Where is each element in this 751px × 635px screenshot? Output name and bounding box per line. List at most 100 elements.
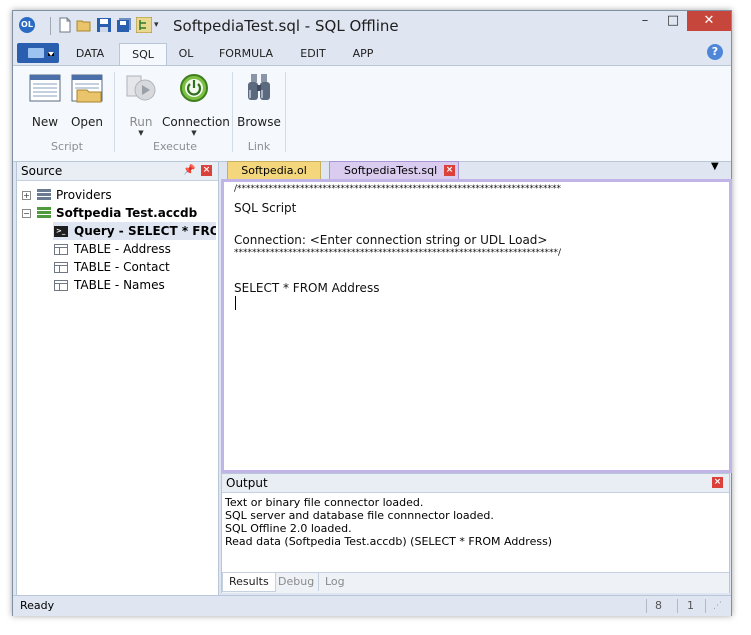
status-separator [646,599,647,613]
tree-item-table[interactable]: TABLE - Address [53,240,216,258]
editor-line: Connection: <Enter connection string or … [234,233,548,247]
dropdown-icon[interactable]: ▾ [154,17,170,33]
status-text: Ready [20,599,55,612]
text-cursor [235,296,236,310]
browse-button[interactable]: Browse [237,72,281,129]
tab-debug[interactable]: Debug [278,573,314,591]
status-separator [677,599,678,613]
group-separator [232,72,233,152]
table-icon [54,244,68,255]
tab-list-dropdown-icon[interactable]: ▼ [711,161,719,172]
open-document-icon [71,74,103,103]
save-icon[interactable] [96,17,112,33]
open-label: Open [70,115,104,129]
new-label: New [31,115,59,129]
tab-edit[interactable]: EDIT [291,43,335,65]
group-separator [114,72,115,152]
open-button[interactable]: Open [67,72,107,129]
tab-app[interactable]: APP [341,43,385,65]
binoculars-icon [248,74,270,100]
power-connection-icon [180,74,208,102]
file-menu-button[interactable] [17,43,59,63]
tree-item-table[interactable]: TABLE - Contact [53,258,216,276]
browse-label: Browse [237,115,281,129]
quick-access-separator [50,17,51,35]
chevron-down-icon: ▼ [191,129,197,137]
folder-icon [28,48,44,58]
output-log: Text or binary file connector loaded. SQ… [225,496,552,548]
maximize-button[interactable]: □ [659,11,687,31]
run-button[interactable]: Run ▼ [121,72,161,137]
tab-formula[interactable]: FORMULA [211,43,281,65]
query-icon: >_ [54,226,68,237]
tree-label: Query - SELECT * FROM A [74,224,216,238]
connection-button[interactable]: Connection ▼ [162,72,230,137]
sql-editor[interactable]: /***************************************… [221,179,732,473]
editor-line: /***************************************… [234,184,562,194]
output-line: Read data (Softpedia Test.accdb) (SELECT… [225,535,553,548]
tab-data[interactable]: DATA [65,43,115,65]
status-line-number: 8 [655,599,662,612]
editor-line: SELECT * FROM Address [234,281,380,295]
source-panel: Source 📌 × + Providers − Softpedia Test.… [16,161,219,600]
tree-label: TABLE - Names [74,278,165,292]
group-label-script: Script [51,140,83,153]
tree-label: Providers [56,188,112,202]
group-separator [285,72,286,152]
tab-label: SoftpediaTest.sql [344,164,438,177]
output-panel-title: Output [226,476,268,490]
output-line: Text or binary file connector loaded. [225,496,424,509]
tree-node-database[interactable]: − Softpedia Test.accdb [17,204,216,222]
tab-sql[interactable]: SQL [119,43,167,66]
editor-line: ****************************************… [234,248,562,258]
output-panel: Output × Text or binary file connector l… [221,473,730,593]
expand-icon[interactable]: + [22,191,31,200]
output-line: SQL server and database file connnector … [225,509,494,522]
tab-softpedia-ol[interactable]: Softpedia.ol [227,161,321,180]
group-label-execute: Execute [153,140,197,153]
output-line: SQL Offline 2.0 loaded. [225,522,352,535]
collapse-icon[interactable]: − [22,209,31,218]
resize-grip-icon[interactable]: ⋰ [713,596,722,616]
window-title: Softpedia​Test.sql - SQL Offline [173,17,399,35]
group-label-link: Link [247,140,271,153]
tree-item-query[interactable]: >_ Query - SELECT * FROM A [53,222,216,240]
run-icon [126,75,156,101]
output-panel-header: Output × [222,474,729,493]
title-bar: OL ▾ Softpedia​Test.sql - SQL Offline – … [13,11,731,41]
table-icon [54,262,68,273]
status-column-number: 1 [687,599,694,612]
minimize-button[interactable]: – [631,11,659,31]
tree-label: TABLE - Address [74,242,171,256]
tree-label: Softpedia Test.accdb [56,206,198,220]
chevron-down-icon [48,52,54,56]
open-folder-icon[interactable] [76,17,92,33]
tree-node-providers[interactable]: + Providers [17,186,216,204]
app-logo-icon[interactable]: OL [19,17,35,33]
tab-softpediatest-sql[interactable]: SoftpediaTest.sql × [329,161,459,180]
tab-ol[interactable]: OL [169,43,203,65]
save-all-icon[interactable] [116,17,132,33]
source-panel-header: Source 📌 × [17,162,218,181]
document-tabs: Softpedia.ol SoftpediaTest.sql × ▼ [221,161,729,180]
close-button[interactable]: ✕ [687,11,731,31]
close-tab-button[interactable]: × [444,165,455,176]
table-icon [54,280,68,291]
tree-item-table[interactable]: TABLE - Names [53,276,216,294]
database-icon [37,207,51,218]
connection-label: Connection [162,115,230,129]
close-panel-button[interactable]: × [712,477,723,488]
tree-label: TABLE - Contact [74,260,170,274]
tree-icon[interactable] [136,17,152,33]
chevron-down-icon: ▼ [138,129,144,137]
help-icon[interactable]: ? [707,44,723,60]
ribbon-tabs: DATA SQL OL FORMULA EDIT APP ? [13,41,731,66]
close-panel-button[interactable]: × [201,165,212,176]
new-file-icon[interactable] [57,17,73,33]
new-button[interactable]: New [25,72,65,129]
tab-results[interactable]: Results [222,573,276,592]
tab-log[interactable]: Log [318,573,345,591]
pin-icon[interactable]: 📌 [183,162,195,180]
status-separator [705,599,706,613]
ribbon-panel: New Open Script Run ▼ Connection ▼ Execu… [13,65,731,162]
